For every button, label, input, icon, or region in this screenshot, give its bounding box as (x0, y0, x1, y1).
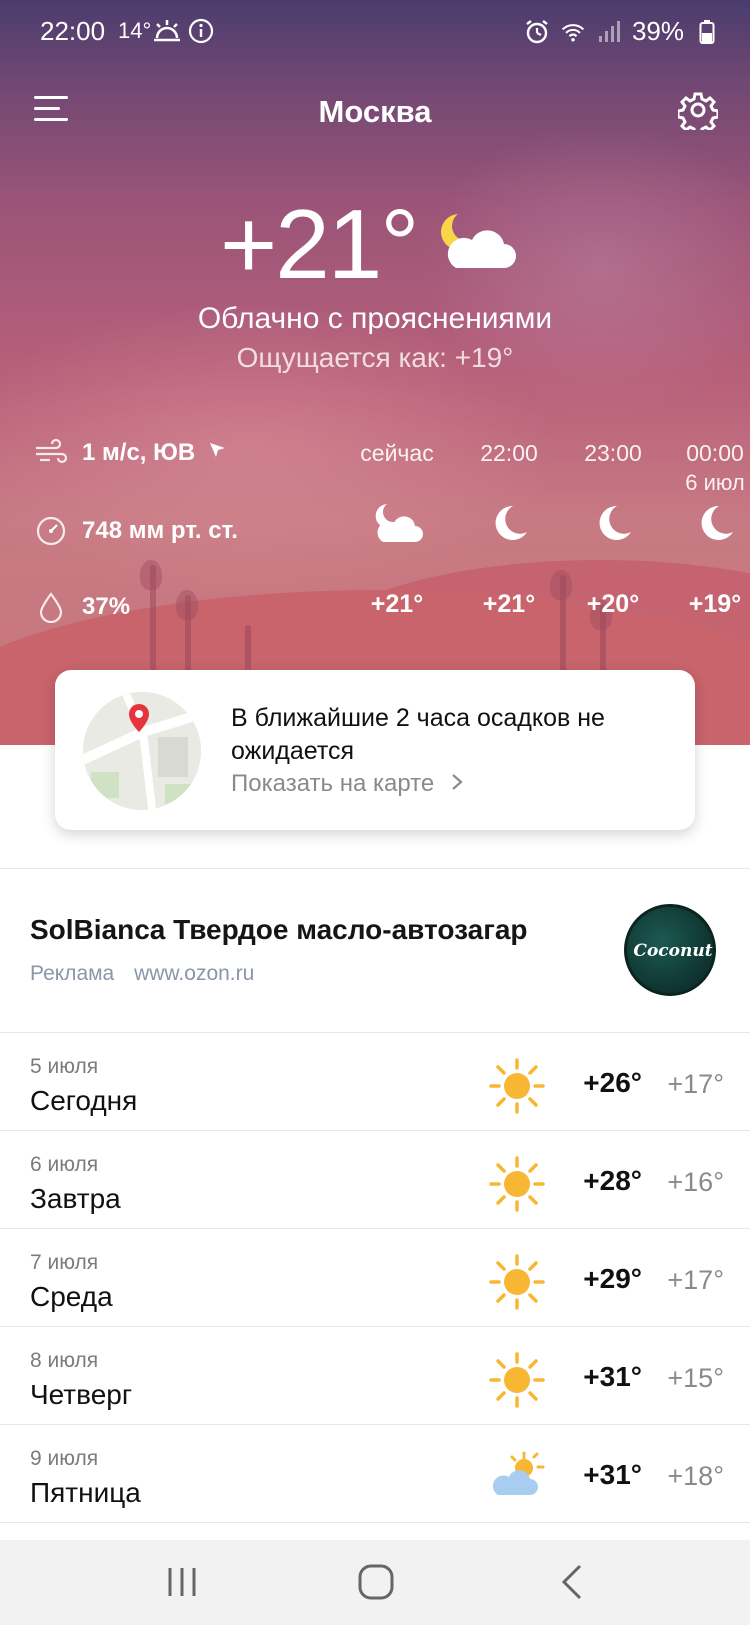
day-low-temp: +15° (667, 1363, 724, 1393)
divider (0, 868, 750, 869)
pressure-gauge-icon (34, 514, 68, 548)
day-low-temp: +17° (667, 1265, 724, 1295)
signal-icon (596, 19, 622, 45)
day-name: Пятница (30, 1477, 141, 1508)
status-icons: 39% (524, 16, 720, 47)
hour-label: 00:00 (686, 440, 744, 466)
sun-icon (488, 1057, 546, 1115)
hourly-item[interactable]: 23:00 +20° (558, 440, 668, 618)
day-date: 8 июля (30, 1349, 99, 1372)
show-on-map-label: Показать на карте (231, 770, 435, 797)
moon-icon (583, 500, 643, 548)
moon-cloud-icon (428, 206, 520, 278)
moon-cloud-icon (367, 500, 427, 548)
sunset-icon (152, 18, 182, 51)
hourly-item[interactable]: 00:00 6 июл +19° (660, 440, 750, 618)
divider (0, 1522, 750, 1523)
back-button[interactable] (552, 1562, 596, 1602)
day-low-temp: +16° (667, 1167, 724, 1197)
day-low-temp: +17° (667, 1069, 724, 1099)
hour-temp: +21° (482, 590, 536, 618)
feels-like: Ощущается как: +19° (236, 342, 514, 373)
status-time: 22:00 (40, 16, 106, 46)
ad-product-image[interactable]: Coconut (624, 904, 716, 996)
current-temperature: +21° (220, 189, 419, 299)
background-bud (176, 590, 198, 620)
top-bar: Москва (0, 80, 750, 146)
wind-value: 1 м/с, ЮВ (82, 439, 196, 466)
current-condition: Облачно с прояснениями (197, 302, 553, 335)
precipitation-text: В ближайшие 2 часа осадков не ожидается (231, 704, 605, 765)
hour-temp: +20° (586, 590, 640, 618)
humidity-detail: 37% (34, 590, 130, 624)
humidity-drop-icon (34, 590, 68, 624)
recent-apps-icon (168, 1568, 196, 1596)
background-bud (140, 560, 162, 590)
humidity-value: 37% (82, 593, 131, 620)
wifi-icon (560, 19, 586, 45)
day-name: Завтра (30, 1183, 121, 1214)
settings-button[interactable] (676, 90, 720, 136)
day-date: 6 июля (30, 1153, 99, 1176)
ad-label: Реклама (30, 962, 115, 985)
home-icon (358, 1564, 394, 1600)
wind-icon (34, 436, 68, 470)
gear-icon (676, 92, 720, 136)
ad-domain[interactable]: www.ozon.ru (134, 962, 254, 985)
daily-row[interactable]: 5 июля Сегодня +26° +17° (0, 1033, 750, 1131)
day-date: 7 июля (30, 1251, 99, 1274)
moon-icon (479, 500, 539, 548)
daily-row[interactable]: 8 июля Четверг +31° +15° (0, 1327, 750, 1425)
day-high-temp: +29° (583, 1263, 642, 1294)
alarm-icon (524, 19, 550, 45)
day-name: Среда (30, 1281, 113, 1312)
wind-detail: 1 м/с, ЮВ (34, 436, 227, 470)
recent-apps-button[interactable] (160, 1562, 204, 1602)
sun-icon (488, 1155, 546, 1213)
sun-icon (488, 1253, 546, 1311)
status-bar: 22:00 14° 39% (0, 0, 750, 62)
day-date: 9 июля (30, 1447, 99, 1470)
day-high-temp: +26° (583, 1067, 642, 1098)
daily-row[interactable]: 7 июля Среда +29° +17° (0, 1229, 750, 1327)
day-high-temp: +31° (583, 1459, 642, 1490)
sun-cloud-icon (488, 1449, 546, 1507)
sun-icon (488, 1351, 546, 1409)
daily-row[interactable]: 9 июля Пятница +31° +18° (0, 1425, 750, 1523)
map-thumbnail[interactable] (83, 692, 201, 810)
pressure-value: 748 мм рт. ст. (82, 517, 238, 544)
battery-percent: 39% (631, 16, 684, 46)
system-nav-bar (0, 1540, 750, 1625)
wind-direction-icon (207, 439, 227, 467)
hourly-item[interactable]: 22:00 +21° (454, 440, 564, 618)
pressure-detail: 748 мм рт. ст. (34, 514, 238, 548)
chevron-right-icon (451, 770, 463, 797)
status-weather-temp: 14° (118, 18, 152, 43)
city-title[interactable]: Москва (0, 94, 750, 130)
day-name: Сегодня (30, 1085, 138, 1116)
ad-title[interactable]: SolBianca Твердое масло-автозагар (30, 914, 528, 946)
info-icon (188, 18, 214, 51)
ad-image-text: Coconut (633, 941, 713, 961)
day-high-temp: +31° (583, 1361, 642, 1392)
hour-label: 22:00 (480, 440, 538, 466)
hour-label: сейчас (360, 440, 434, 466)
precipitation-card[interactable]: В ближайшие 2 часа осадков не ожидается … (55, 670, 695, 830)
hour-temp: +21° (370, 590, 424, 618)
daily-row[interactable]: 6 июля Завтра +28° +16° (0, 1131, 750, 1229)
moon-icon (685, 500, 745, 548)
ad-meta: Реклама www.ozon.ru (30, 962, 268, 986)
home-button[interactable] (354, 1562, 398, 1602)
day-low-temp: +18° (667, 1461, 724, 1491)
hour-label: 23:00 (584, 440, 642, 466)
day-name: Четверг (30, 1379, 133, 1410)
hour-temp: +19° (688, 590, 742, 618)
battery-icon (694, 19, 720, 45)
hourly-item[interactable]: сейчас +21° (342, 440, 452, 618)
hour-date: 6 июл (685, 470, 745, 495)
day-date: 5 июля (30, 1055, 99, 1078)
back-icon (561, 1564, 582, 1600)
day-high-temp: +28° (583, 1165, 642, 1196)
show-on-map-link[interactable]: Показать на карте (231, 770, 463, 798)
